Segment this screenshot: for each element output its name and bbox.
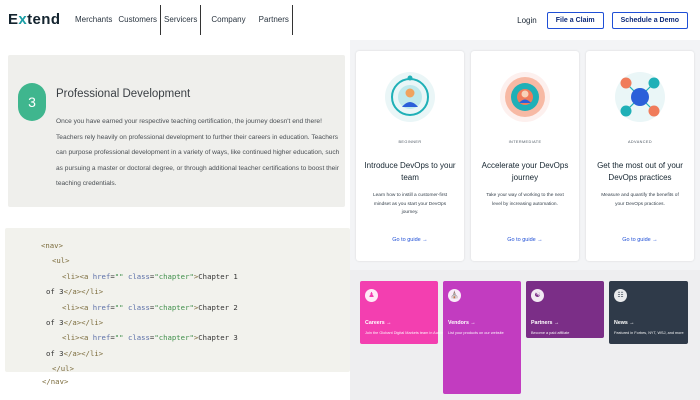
nav-partners[interactable]: Partners: [256, 5, 293, 35]
code-a-close: </a>: [63, 348, 82, 358]
nav-customers[interactable]: Customers: [115, 5, 162, 35]
card-description: Learn how to instill a customer-first mi…: [372, 193, 448, 215]
people-icon: ♟: [365, 289, 378, 302]
guide-card-beginner[interactable]: BEGINNER Introduce DevOps to your team L…: [356, 51, 464, 261]
code-li-open: <li>: [62, 333, 80, 343]
code-class-attr: class: [127, 302, 150, 312]
nav-merchants[interactable]: Merchants: [72, 5, 115, 35]
card-level: INTERMEDIATE: [508, 140, 542, 144]
pd-title: Professional Development: [56, 88, 191, 100]
code-of-3: of 3: [46, 348, 64, 358]
code-href-value: "": [114, 333, 124, 343]
code-li-close: </li>: [81, 317, 104, 327]
step-number-badge: 3: [18, 83, 46, 121]
code-class-value: "chapter": [154, 271, 194, 281]
schedule-demo-button[interactable]: Schedule a Demo: [611, 12, 688, 29]
logo-accent-letter: x: [18, 11, 28, 28]
news-tile[interactable]: ☷ News → Featured in Forbes, NYT, WSJ, a…: [609, 281, 688, 344]
code-href-value: "": [114, 271, 124, 281]
code-a-open: <a: [79, 271, 93, 281]
code-href-attr: href: [92, 302, 111, 312]
guide-card-intermediate[interactable]: INTERMEDIATE Accelerate your DevOps jour…: [471, 51, 579, 261]
code-chapter-1: Chapter 1: [198, 271, 238, 281]
tile-description: Featured in Forbes, NYT, WSJ, and more: [614, 331, 684, 335]
code-href-attr: href: [92, 271, 111, 281]
tile-title: Partners →: [531, 320, 560, 326]
site-header: Extend Merchants Customers Servicers Com…: [0, 0, 700, 40]
login-link[interactable]: Login: [517, 16, 537, 25]
newspaper-icon: ☷: [614, 289, 627, 302]
nav-servicers[interactable]: Servicers: [161, 5, 202, 35]
code-of-3: of 3: [46, 287, 64, 297]
pd-body-text: Once you have earned your respective tea…: [56, 118, 340, 187]
code-chapter-3: Chapter 3: [198, 333, 238, 343]
code-ul-close: </ul>: [52, 364, 74, 374]
main-nav: Merchants Customers Servicers Company Pa…: [72, 5, 293, 35]
header-actions: Login File a Claim Schedule a Demo: [517, 12, 688, 29]
go-to-guide-link[interactable]: Go to guide →: [471, 237, 579, 243]
card-level: ADVANCED: [627, 140, 653, 144]
card-title: Introduce DevOps to your team: [364, 161, 456, 182]
code-block: <nav> <ul> <li><a href="" class="chapter…: [41, 241, 238, 374]
careers-tile[interactable]: ♟ Careers → Join the Globant Digital Mar…: [360, 281, 444, 344]
practices-illustration-icon: [615, 72, 665, 122]
card-description: Measure and quantify the benefits of you…: [601, 193, 679, 207]
go-to-guide-link[interactable]: Go to guide →: [356, 237, 464, 243]
store-icon: ⛪: [448, 289, 461, 302]
nav-company[interactable]: Company: [201, 5, 255, 35]
card-description: Take your way of working to the next lev…: [486, 193, 564, 207]
code-ul-open: <ul>: [52, 256, 70, 266]
handshake-icon: ☯: [531, 289, 544, 302]
tile-title: News →: [614, 320, 635, 326]
vendors-tile[interactable]: ⛪ Vendors → List your products on our we…: [443, 281, 521, 394]
code-nav-close: </nav>: [42, 377, 69, 386]
card-title: Accelerate your DevOps journey: [481, 161, 569, 182]
logo-text: Extend: [8, 11, 61, 28]
code-nav-open: <nav>: [41, 241, 63, 250]
code-snippet-panel: <nav> <ul> <li><a href="" class="chapter…: [5, 228, 350, 373]
tile-description: List your products on our website: [448, 331, 504, 335]
code-li-close: </li>: [81, 287, 104, 297]
code-of-3: of 3: [46, 317, 64, 327]
extend-logo[interactable]: Extend: [8, 11, 60, 28]
professional-development-panel: 3 Professional Development Once you have…: [8, 55, 345, 207]
code-li-open: <li>: [62, 271, 80, 281]
tile-title: Careers →: [365, 320, 392, 326]
code-a-close: </a>: [63, 317, 82, 327]
code-class-attr: class: [127, 333, 150, 343]
tile-description: Join the Globant Digital Markets team in…: [365, 331, 444, 335]
code-href-attr: href: [92, 333, 111, 343]
code-a-close: </a>: [63, 287, 82, 297]
code-li-close: </li>: [81, 348, 104, 358]
team-illustration-icon: [385, 72, 435, 122]
tile-title: Vendors →: [448, 320, 476, 326]
tile-description: Become a paid affiliate: [531, 331, 570, 335]
code-chapter-2: Chapter 2: [198, 302, 238, 312]
code-class-attr: class: [127, 271, 150, 281]
accelerate-illustration-icon: [500, 72, 550, 122]
partners-tile[interactable]: ☯ Partners → Become a paid affiliate: [526, 281, 604, 338]
code-li-open: <li>: [62, 302, 80, 312]
code-href-value: "": [114, 302, 124, 312]
card-title: Get the most out of your DevOps practice…: [597, 161, 683, 182]
card-level: BEGINNER: [398, 140, 422, 144]
file-claim-button[interactable]: File a Claim: [546, 12, 604, 29]
code-a-open: <a: [79, 333, 93, 343]
go-to-guide-link[interactable]: Go to guide →: [586, 237, 694, 243]
code-class-value: "chapter": [154, 302, 194, 312]
guide-card-advanced[interactable]: ADVANCED Get the most out of your DevOps…: [586, 51, 694, 261]
code-class-value: "chapter": [154, 333, 194, 343]
code-a-open: <a: [79, 302, 93, 312]
